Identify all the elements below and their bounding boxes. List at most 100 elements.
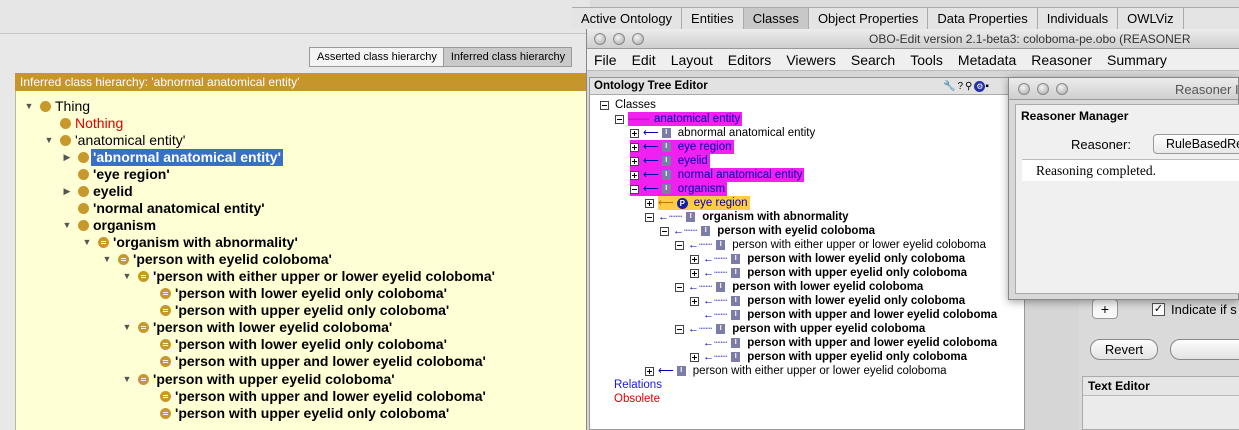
tree-row[interactable]: ▼ 'person with lower eyelid coloboma': [122, 319, 394, 336]
tree-row[interactable]: ←┈┈ I person with upper and lower eyelid…: [690, 308, 999, 322]
expand-box-icon[interactable]: [690, 296, 699, 306]
collapse-box-icon[interactable]: [615, 114, 624, 124]
expand-box-icon[interactable]: [630, 142, 639, 152]
collapse-box-icon[interactable]: [660, 226, 669, 236]
menu-editors[interactable]: Editors: [721, 52, 780, 68]
tree-row[interactable]: 'person with upper eyelid only coloboma': [144, 405, 451, 422]
menu-layout[interactable]: Layout: [664, 52, 721, 68]
tree-row[interactable]: ⟵ I eye region: [630, 140, 734, 154]
tree-row[interactable]: 'person with lower eyelid only coloboma': [144, 336, 449, 353]
term-label[interactable]: eye region: [692, 196, 750, 210]
tree-row[interactable]: ←┈┈ I person with upper eyelid only colo…: [690, 350, 969, 364]
tree-row[interactable]: ⟵ I organism: [630, 182, 728, 196]
collapse-triangle-icon[interactable]: ▼: [122, 268, 132, 285]
expand-triangle-icon[interactable]: ▶: [62, 149, 72, 166]
tree-row[interactable]: ⟵ P eye region: [645, 196, 750, 210]
term-label[interactable]: person with upper and lower eyelid colob…: [745, 336, 999, 350]
expand-box-icon[interactable]: [690, 352, 699, 362]
collapse-triangle-icon[interactable]: ▼: [44, 132, 54, 149]
tree-row[interactable]: 'normal anatomical entity': [62, 200, 267, 217]
collapse-box-icon[interactable]: [675, 282, 684, 292]
indicate-checkbox[interactable]: ✓: [1152, 302, 1165, 316]
expand-box-icon[interactable]: [690, 268, 699, 278]
expand-box-icon[interactable]: [630, 128, 639, 138]
obsolete-node[interactable]: Obsolete: [614, 392, 660, 406]
tab-owlviz[interactable]: OWLViz: [1118, 8, 1184, 29]
tree-row[interactable]: ⟵ I abnormal anatomical entity: [630, 126, 817, 140]
menu-metadata[interactable]: Metadata: [951, 52, 1024, 68]
tree-row-selected[interactable]: ▶ 'abnormal anatomical entity': [62, 149, 283, 166]
tree-row[interactable]: ▼ 'person with eyelid coloboma': [102, 251, 334, 268]
tab-classes[interactable]: Classes: [743, 8, 809, 29]
tab-individuals[interactable]: Individuals: [1038, 8, 1119, 29]
reasoner-select[interactable]: RuleBasedReas: [1152, 134, 1239, 154]
tree-row[interactable]: ←┈┈ I person with lower eyelid only colo…: [690, 252, 967, 266]
tree-row[interactable]: ▼ 'anatomical entity': [44, 132, 187, 149]
term-label[interactable]: person with upper eyelid only coloboma: [745, 350, 969, 364]
inferred-class-tree[interactable]: ▼ Thing Nothing ▼ 'anatomical entity' ▶ …: [15, 91, 595, 430]
class-label[interactable]: 'person with upper and lower eyelid colo…: [173, 353, 488, 370]
term-label[interactable]: normal anatomical entity: [676, 168, 805, 182]
collapse-triangle-icon[interactable]: ▼: [122, 371, 132, 388]
zoom-window-button[interactable]: [1056, 83, 1068, 95]
collapse-box-icon[interactable]: [630, 184, 639, 194]
tree-row[interactable]: ⟵ I eyelid: [630, 154, 710, 168]
expand-box-icon[interactable]: [645, 366, 654, 376]
collapse-box-icon[interactable]: [675, 324, 684, 334]
tree-row[interactable]: ←┈┈ I person with lower eyelid only colo…: [690, 294, 967, 308]
tab-active-ontology[interactable]: Active Ontology: [572, 8, 683, 29]
term-label[interactable]: eyelid: [676, 154, 710, 168]
term-label[interactable]: person with upper and lower eyelid colob…: [745, 308, 999, 322]
close-icon[interactable]: ▪: [985, 81, 991, 92]
tree-row[interactable]: 'eye region': [62, 166, 172, 183]
asserted-hierarchy-tab[interactable]: Asserted class hierarchy: [310, 48, 443, 66]
lock-icon[interactable]: ⚲: [965, 81, 974, 92]
tree-row[interactable]: ▼ 'person with either upper or lower eye…: [122, 268, 497, 285]
menu-viewers[interactable]: Viewers: [779, 52, 844, 68]
class-label[interactable]: 'anatomical entity': [73, 132, 187, 149]
class-label[interactable]: Thing: [53, 98, 92, 115]
tree-row[interactable]: ←┈┈ I person with upper eyelid coloboma: [675, 322, 927, 336]
expand-triangle-icon[interactable]: ▶: [62, 183, 72, 200]
close-window-button[interactable]: [594, 33, 606, 45]
tree-row[interactable]: ▼ Thing: [24, 98, 92, 115]
tree-row[interactable]: 'person with upper and lower eyelid colo…: [144, 388, 488, 405]
tree-row[interactable]: ←┈┈ I person with upper eyelid only colo…: [690, 266, 969, 280]
collapse-triangle-icon[interactable]: ▼: [82, 234, 92, 251]
class-label[interactable]: 'person with either upper or lower eyeli…: [151, 268, 497, 285]
tree-row[interactable]: ←┈┈ I person with either upper or lower …: [675, 238, 988, 252]
class-label[interactable]: 'person with upper and lower eyelid colo…: [173, 388, 488, 405]
tree-root-label[interactable]: Classes: [613, 98, 658, 112]
term-label[interactable]: person with eyelid coloboma: [715, 224, 877, 238]
help-icon[interactable]: ?: [957, 81, 965, 92]
class-label[interactable]: 'person with lower eyelid only coloboma': [173, 336, 449, 353]
gear-icon[interactable]: ⚙: [974, 81, 986, 92]
minimize-window-button[interactable]: [613, 33, 625, 45]
collapse-box-icon[interactable]: [645, 212, 654, 222]
menu-tools[interactable]: Tools: [903, 52, 951, 68]
class-label[interactable]: 'normal anatomical entity': [91, 200, 267, 217]
tab-data-properties[interactable]: Data Properties: [928, 8, 1038, 29]
term-label[interactable]: person with either upper or lower eyelid…: [691, 364, 949, 378]
term-label[interactable]: abnormal anatomical entity: [676, 126, 817, 140]
term-label[interactable]: organism with abnormality: [700, 210, 850, 224]
class-label[interactable]: 'person with upper eyelid only coloboma': [173, 302, 451, 319]
menu-summary[interactable]: Summary: [1100, 52, 1175, 68]
tree-row[interactable]: 'person with upper and lower eyelid colo…: [144, 353, 488, 370]
term-label[interactable]: person with either upper or lower eyelid…: [730, 238, 988, 252]
tree-row[interactable]: ▼ organism: [62, 217, 158, 234]
class-label[interactable]: eyelid: [91, 183, 135, 200]
class-label[interactable]: 'person with eyelid coloboma': [131, 251, 334, 268]
commit-button[interactable]: [1170, 339, 1239, 360]
collapse-box-icon[interactable]: [675, 240, 684, 250]
term-label[interactable]: eye region: [676, 140, 734, 154]
collapse-triangle-icon[interactable]: ▼: [62, 217, 72, 234]
tree-row[interactable]: ←┈┈ I person with eyelid coloboma: [660, 224, 877, 238]
class-label[interactable]: 'person with upper eyelid only coloboma': [173, 405, 451, 422]
collapse-triangle-icon[interactable]: ▼: [122, 319, 132, 336]
minimize-window-button[interactable]: [1037, 83, 1049, 95]
class-label[interactable]: organism: [91, 217, 158, 234]
zoom-window-button[interactable]: [632, 33, 644, 45]
class-label[interactable]: 'eye region': [91, 166, 172, 183]
menu-file[interactable]: File: [587, 52, 625, 68]
